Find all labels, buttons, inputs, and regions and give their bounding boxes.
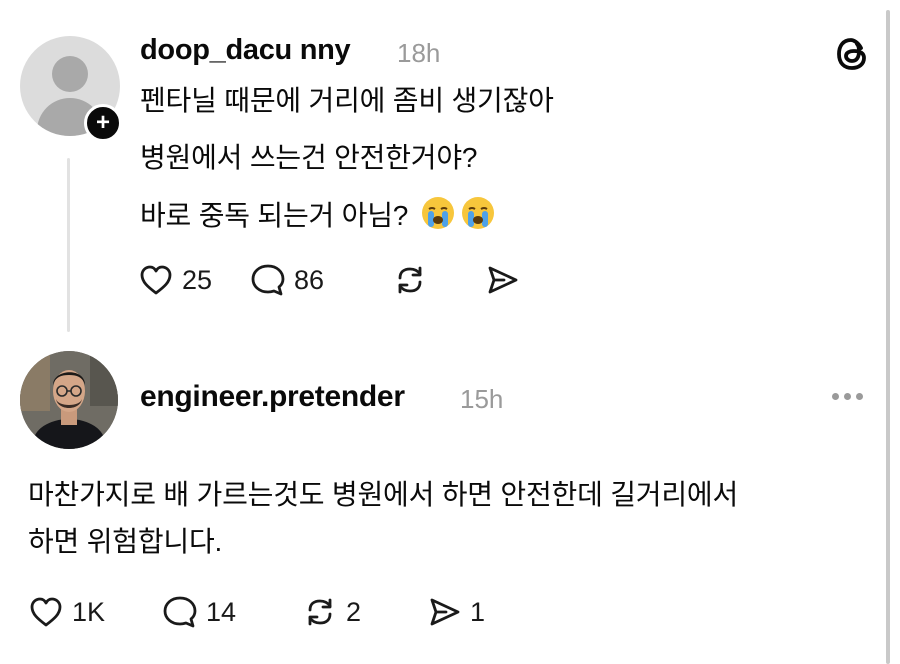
post1-text-line: 병원에서 쓰는건 안전한거야? bbox=[140, 142, 478, 173]
repost-button[interactable]: 2 bbox=[300, 592, 424, 632]
post1-username[interactable]: doop_dacu nny bbox=[140, 34, 351, 67]
post2-text-line: 마찬가지로 배 가르는것도 병원에서 하면 안전한데 길거리에서 bbox=[28, 479, 739, 510]
more-options-icon[interactable] bbox=[832, 393, 863, 400]
thread-line bbox=[67, 158, 70, 332]
send-icon bbox=[430, 598, 460, 626]
repost-button[interactable] bbox=[390, 260, 482, 300]
avatar-photo[interactable] bbox=[20, 351, 118, 449]
post1-text-line: 펜타닐 때문에 거리에 좀비 생기잖아 bbox=[140, 85, 554, 116]
like-count: 1K bbox=[72, 596, 106, 627]
post2-actions: 1K 14 2 1 bbox=[26, 592, 485, 632]
heart-icon bbox=[30, 597, 62, 627]
post1-actions: 25 86 bbox=[136, 260, 528, 300]
loudly-crying-face-icon bbox=[461, 197, 494, 229]
share-count: 1 bbox=[470, 596, 486, 627]
repost-count: 2 bbox=[346, 596, 362, 627]
person-photo-icon bbox=[20, 351, 118, 449]
post2-text-line: 하면 위험합니다. bbox=[28, 526, 223, 557]
post2-timestamp: 15h bbox=[460, 384, 504, 414]
follow-button[interactable]: + bbox=[84, 104, 122, 142]
scrollbar[interactable] bbox=[886, 10, 890, 664]
comment-button[interactable]: 14 bbox=[160, 592, 300, 632]
send-icon bbox=[488, 266, 518, 294]
post1-timestamp: 18h bbox=[397, 38, 441, 68]
repost-icon bbox=[308, 598, 332, 626]
like-button[interactable]: 1K bbox=[26, 592, 160, 632]
like-button[interactable]: 25 bbox=[136, 260, 246, 300]
post1-text-line: 바로 중독 되는거 아님? bbox=[140, 195, 496, 233]
share-button[interactable]: 1 bbox=[424, 592, 485, 632]
avatar-head bbox=[52, 56, 88, 92]
heart-icon bbox=[140, 265, 172, 295]
comment-count: 86 bbox=[294, 264, 325, 295]
comment-button[interactable]: 86 bbox=[248, 260, 390, 300]
post1-text: 바로 중독 되는거 아님? bbox=[140, 200, 409, 231]
comment-bubble-icon bbox=[163, 596, 197, 628]
share-button[interactable] bbox=[482, 260, 528, 300]
comment-bubble-icon bbox=[251, 264, 285, 296]
comment-count: 14 bbox=[206, 596, 237, 627]
loudly-crying-face-icon bbox=[421, 197, 454, 229]
repost-icon bbox=[398, 266, 422, 294]
post2-username[interactable]: engineer.pretender bbox=[140, 380, 405, 414]
threads-logo-icon[interactable] bbox=[832, 34, 872, 74]
like-count: 25 bbox=[182, 264, 213, 295]
